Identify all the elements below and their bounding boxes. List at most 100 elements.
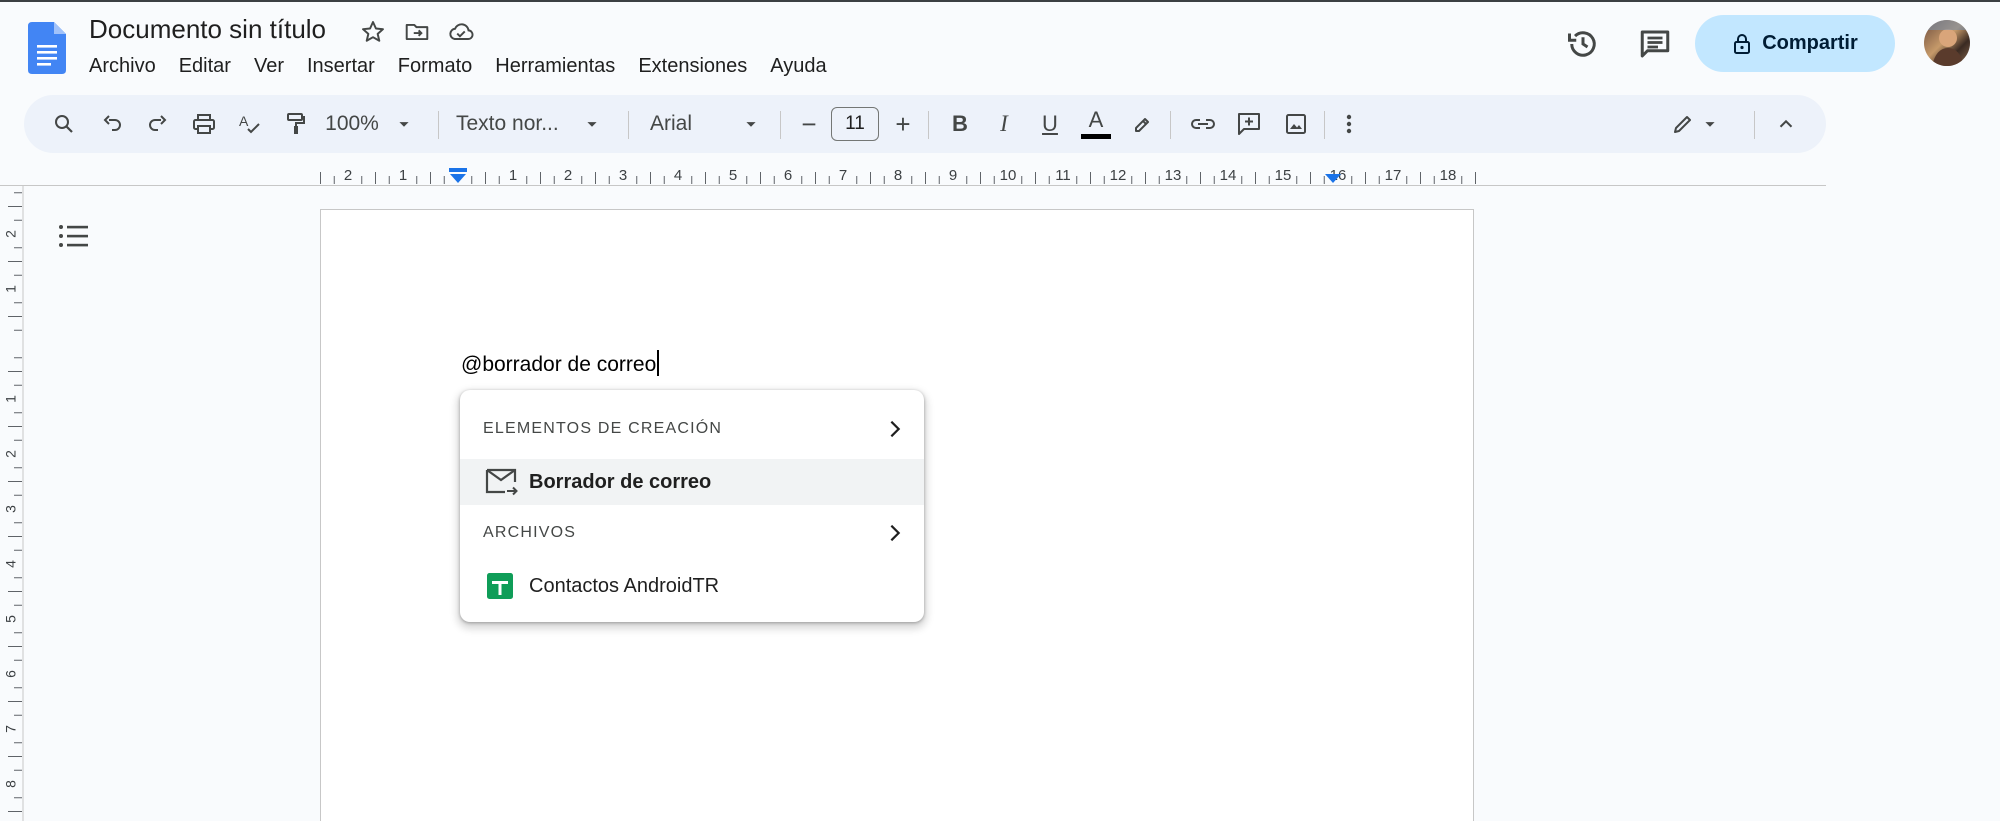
text-color-button[interactable]: A [1076,95,1116,153]
undo-icon[interactable] [94,95,130,153]
section-header-files[interactable]: ARCHIVOS [483,524,576,542]
chevron-right-icon[interactable] [884,418,906,440]
underline-button[interactable]: U [1032,95,1068,153]
toolbar-separator [1324,111,1325,139]
ruler-label: 2 [3,450,19,458]
more-options-icon[interactable] [1334,95,1364,153]
ruler-label: 17 [1385,167,1402,184]
ruler-label: 7 [839,167,847,184]
ruler-label: 5 [729,167,737,184]
ruler-label: 12 [1110,167,1127,184]
insert-link-icon[interactable] [1184,95,1222,153]
ruler-label: 4 [3,560,19,568]
ruler-label: 2 [3,230,19,238]
ruler-label: 1 [509,167,517,184]
menu-item-label: Contactos AndroidTR [529,574,720,597]
share-label: Compartir [1762,32,1858,54]
ruler-label: 11 [1055,167,1071,184]
ruler-label: 9 [949,167,957,184]
ruler-label: 3 [3,505,19,513]
zoom-value: 100% [325,112,379,135]
text-cursor [657,350,660,376]
toolbar-separator [1170,111,1171,139]
menu-editar[interactable]: Editar [179,55,231,78]
toolbar-separator [780,111,781,139]
menu-item-file-contactos[interactable]: Contactos AndroidTR [460,563,924,609]
menu-archivo[interactable]: Archivo [89,55,156,78]
comment-icon[interactable] [1637,26,1673,62]
sheets-icon [487,573,513,599]
cloud-saved-icon[interactable] [446,17,476,47]
menu-ver[interactable]: Ver [254,55,284,78]
vertical-ruler[interactable]: 2 1 1 2 3 4 5 6 7 8 [0,186,24,821]
menu-ayuda[interactable]: Ayuda [770,55,826,78]
menu-extensiones[interactable]: Extensiones [638,55,747,78]
ruler-label: 10 [1000,167,1017,184]
ruler-label: 2 [564,167,572,184]
ruler-label: 5 [3,615,19,623]
ruler-label: 15 [1275,167,1292,184]
chevron-right-icon[interactable] [884,522,906,544]
decrease-font-size-button[interactable]: − [792,95,826,153]
horizontal-ruler[interactable]: 2 1 1 2 3 4 5 6 7 8 9 10 11 12 13 14 15 16 17 18 [318,162,1476,186]
menu-insertar[interactable]: Insertar [307,55,375,78]
ruler-label: 18 [1440,167,1457,184]
redo-icon[interactable] [140,95,176,153]
menu-item-email-draft[interactable]: Borrador de correo [460,459,924,505]
text-color-swatch [1081,134,1111,139]
add-comment-icon[interactable] [1230,95,1268,153]
history-icon[interactable] [1565,26,1601,62]
document-body-text[interactable]: @borrador de correo [461,350,660,377]
font-select[interactable]: Arial [650,95,792,153]
toolbar: A 100% Texto nor... Arial − 11 + B I U A [24,95,1826,153]
avatar[interactable] [1924,20,1970,66]
search-menus-icon[interactable] [46,95,82,153]
spellcheck-icon[interactable]: A [232,95,268,153]
ruler-label: 6 [3,670,19,678]
document-outline-icon[interactable] [58,222,90,250]
smart-chip-menu: ELEMENTOS DE CREACIÓN Borrador de correo… [460,390,924,622]
highlight-color-icon[interactable] [1124,95,1160,153]
ruler-label: 7 [3,725,19,733]
menu-item-label: Borrador de correo [529,470,712,493]
toolbar-separator [1754,111,1755,139]
chevron-up-icon[interactable] [1768,95,1804,153]
toolbar-separator [438,111,439,139]
ruler-label: 1 [3,285,19,293]
share-button[interactable]: Compartir [1695,15,1895,72]
ruler-label: 3 [619,167,627,184]
chevron-down-icon [587,122,597,127]
chevron-down-icon [1705,122,1715,127]
lock-icon [1734,33,1751,54]
print-icon[interactable] [186,95,222,153]
ruler-label: 1 [399,167,407,184]
ruler-label: 13 [1165,167,1182,184]
font-size-field[interactable]: 11 [828,95,882,153]
menu-bar: Archivo Editar Ver Insertar Formato Herr… [89,55,850,78]
chevron-down-icon [746,122,756,127]
pencil-icon [1674,116,1691,133]
move-to-folder-icon[interactable] [402,17,432,47]
italic-button[interactable]: I [986,95,1022,153]
ruler-label: 14 [1220,167,1237,184]
section-header-building-blocks[interactable]: ELEMENTOS DE CREACIÓN [483,420,722,438]
paint-format-icon[interactable] [278,95,314,153]
email-draft-icon [485,468,518,496]
indent-marker-icon[interactable] [449,168,467,183]
window-top-border [0,0,2000,2]
menu-herramientas[interactable]: Herramientas [495,55,615,78]
star-icon[interactable] [358,17,388,47]
insert-image-icon[interactable] [1278,95,1314,153]
docs-logo-icon[interactable] [28,22,66,74]
ruler-label: 8 [3,780,19,788]
document-title[interactable]: Documento sin título [89,14,326,45]
ruler-label: 8 [894,167,902,184]
ruler-label: 4 [674,167,682,184]
paragraph-style-select[interactable]: Texto nor... [456,95,626,153]
zoom-select[interactable]: 100% [324,95,416,153]
ruler-label: 2 [344,167,352,184]
bold-button[interactable]: B [942,95,978,153]
increase-font-size-button[interactable]: + [886,95,920,153]
editing-mode-select[interactable] [1664,95,1728,153]
menu-formato[interactable]: Formato [398,55,472,78]
